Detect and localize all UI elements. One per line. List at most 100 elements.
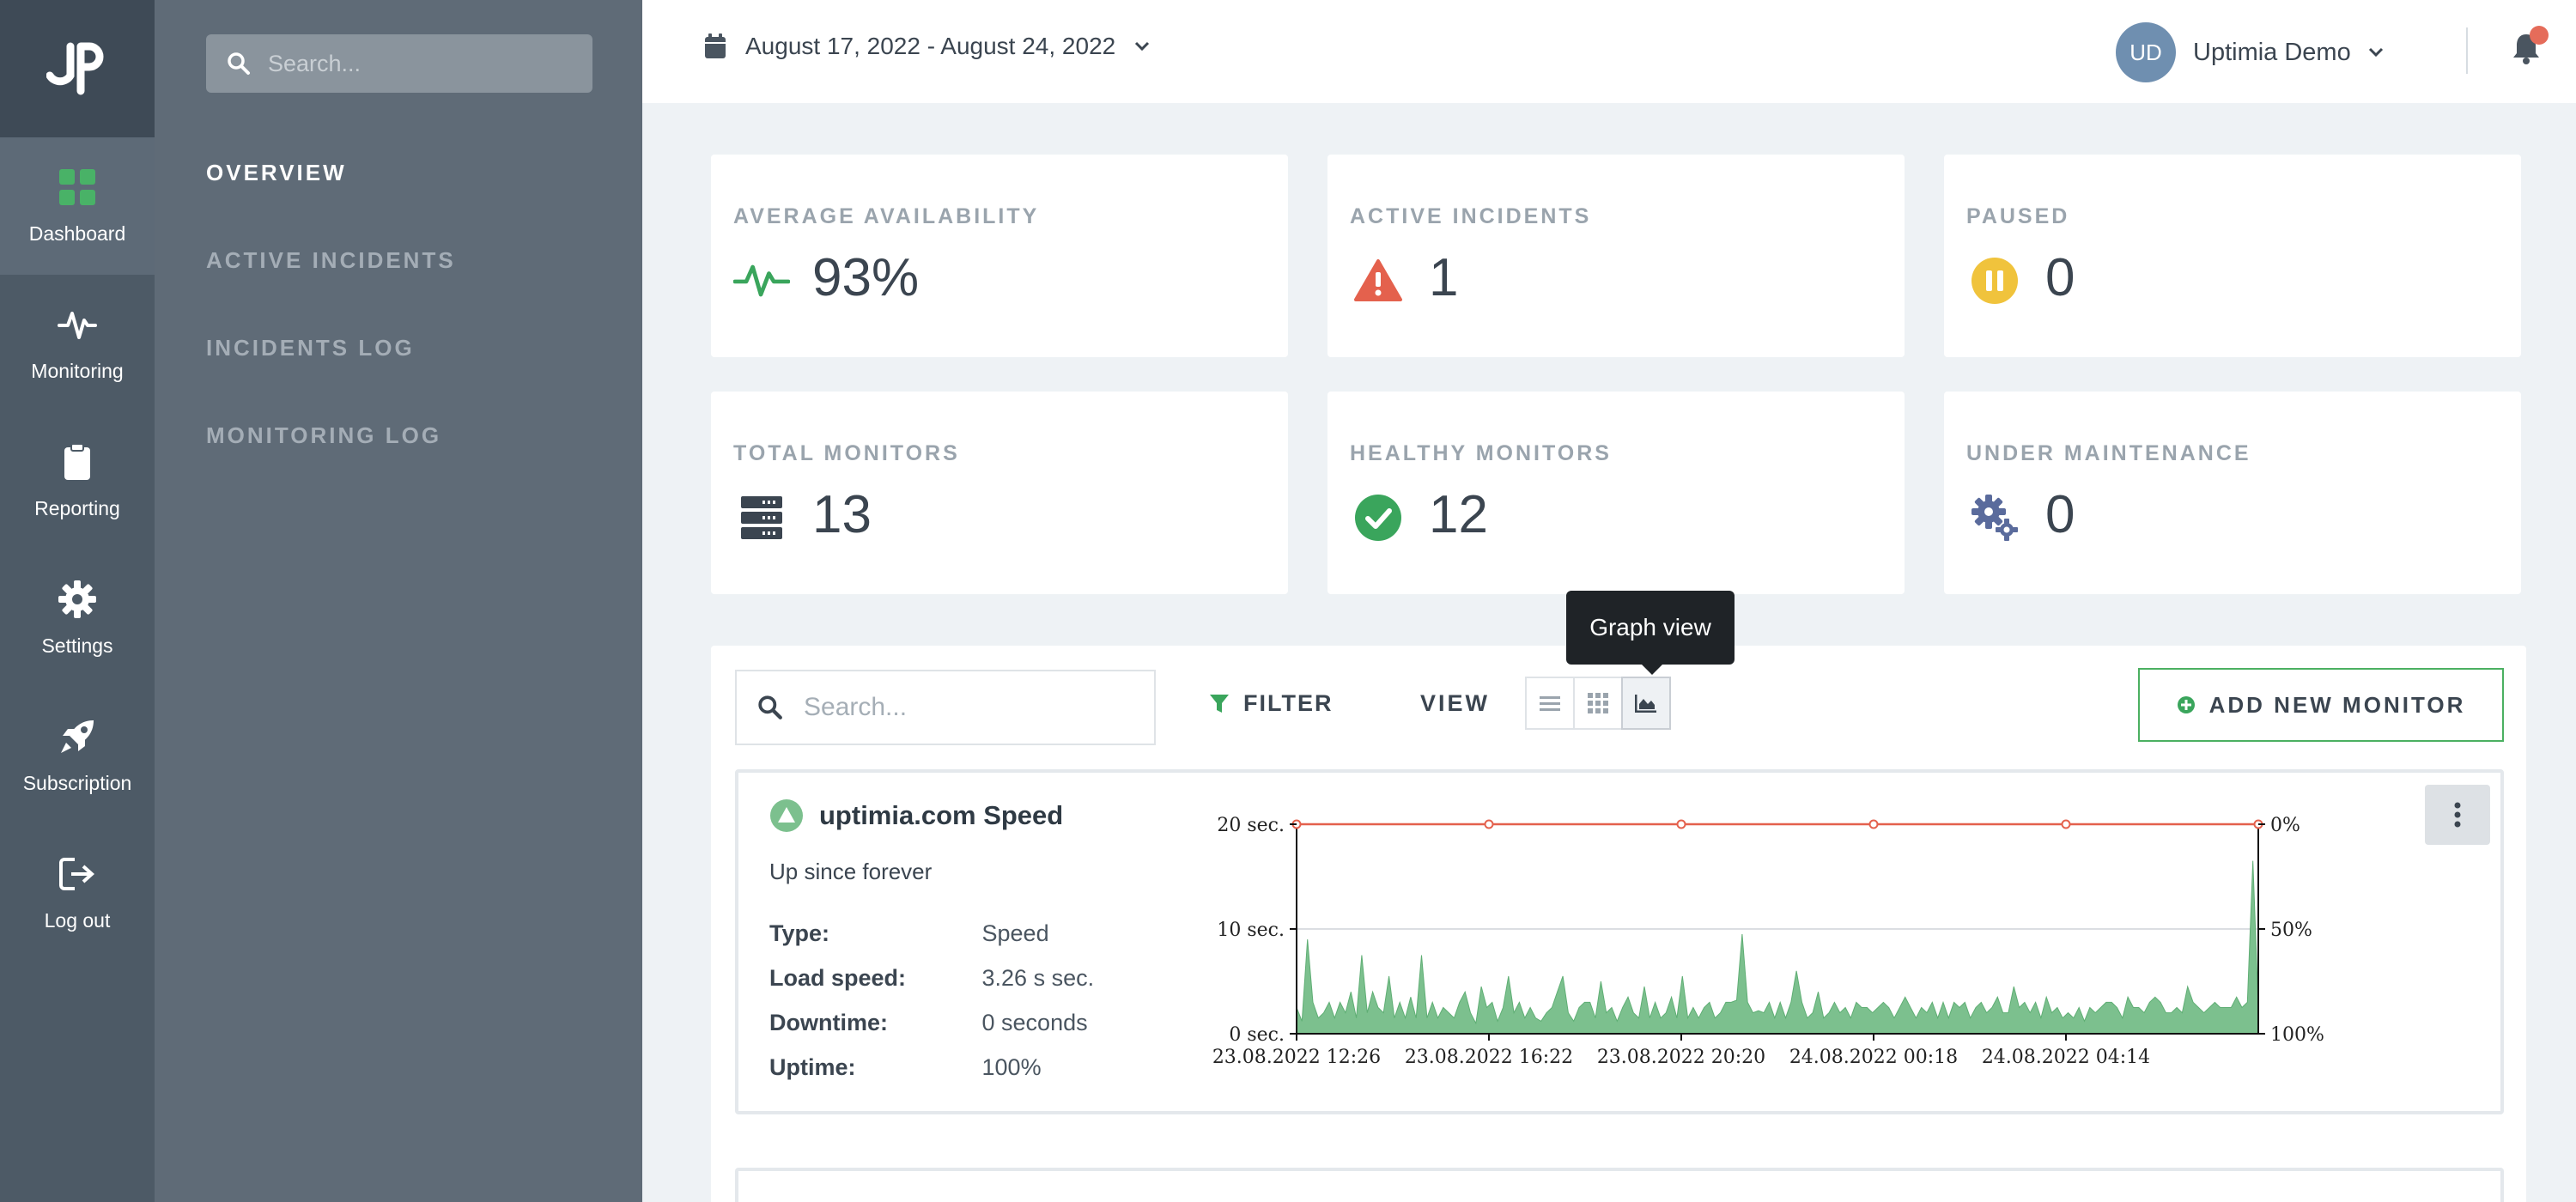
stat-label: ACTIVE INCIDENTS <box>1350 204 1592 228</box>
more-vertical-icon <box>2454 802 2461 828</box>
graph-view-button[interactable] <box>1621 677 1671 730</box>
stat-card-total-monitors: TOTAL MONITORS 13 <box>711 392 1288 594</box>
subnav-item-monitoring-log[interactable]: MONITORING LOG <box>206 422 441 449</box>
filter-button[interactable]: FILTER <box>1209 690 1333 717</box>
rail-item-subscription[interactable]: Subscription <box>0 687 155 824</box>
monitor-status: Up since forever <box>769 859 933 884</box>
notifications-button[interactable] <box>2511 26 2549 70</box>
stat-label: AVERAGE AVAILABILITY <box>733 204 1040 228</box>
rail-item-logout[interactable]: Log out <box>0 824 155 962</box>
chevron-down-icon <box>1135 41 1150 52</box>
chart-y-tick-label: 0 sec. <box>1229 1024 1285 1046</box>
chart-y2-tick-label: 100% <box>2270 1024 2324 1046</box>
secondary-nav: Search... OVERVIEW ACTIVE INCIDENTS INCI… <box>155 0 642 1202</box>
rail-label: Dashboard <box>28 222 126 245</box>
chart-y2-tick-label: 50% <box>2270 920 2312 941</box>
rail-label: Log out <box>44 908 111 932</box>
field-value: 0 seconds <box>981 1010 1088 1035</box>
filter-icon <box>1210 694 1229 713</box>
view-toggle-group <box>1525 677 1671 730</box>
monitor-menu-button[interactable] <box>2425 785 2490 845</box>
chevron-down-icon <box>2368 47 2383 58</box>
stat-label: PAUSED <box>1966 204 2070 228</box>
monitor-field-load-speed: Load speed: 3.26 s sec. <box>769 965 1094 992</box>
subnav-item-overview[interactable]: OVERVIEW <box>206 160 347 186</box>
chart-availability-point <box>1868 819 1879 829</box>
pulse-icon <box>58 311 97 339</box>
pulse-icon <box>733 252 790 309</box>
stat-value: 13 <box>812 485 872 544</box>
app-logo[interactable] <box>0 0 155 137</box>
stat-label: UNDER MAINTENANCE <box>1966 441 2251 465</box>
logout-icon <box>59 857 94 890</box>
chart-x-tick-label: 23.08.2022 12:26 <box>1212 1047 1381 1068</box>
rail-item-settings[interactable]: Settings <box>0 549 155 687</box>
nav-search-placeholder: Search... <box>268 50 361 76</box>
monitor-field-downtime: Downtime: 0 seconds <box>769 1010 1088 1036</box>
stat-label: TOTAL MONITORS <box>733 441 960 465</box>
field-value: 100% <box>981 1054 1042 1080</box>
add-new-monitor-button[interactable]: ADD NEW MONITOR <box>2138 668 2504 742</box>
stat-card-active-incidents: ACTIVE INCIDENTS 1 <box>1327 155 1905 357</box>
chart-availability-point <box>2061 819 2071 829</box>
monitor-field-type: Type: Speed <box>769 920 1049 947</box>
stat-card-paused: PAUSED 0 <box>1944 155 2521 357</box>
top-header: August 17, 2022 - August 24, 2022 UD Upt… <box>642 0 2576 103</box>
stat-label: HEALTHY MONITORS <box>1350 441 1612 465</box>
field-key: Downtime: <box>769 1010 888 1035</box>
header-divider <box>2466 27 2468 74</box>
monitor-title[interactable]: uptimia.com Speed <box>769 798 1063 833</box>
monitor-search-input[interactable]: Search... <box>735 670 1156 745</box>
monitor-field-uptime: Uptime: 100% <box>769 1054 1042 1081</box>
date-range-picker[interactable]: August 17, 2022 - August 24, 2022 <box>704 33 1150 60</box>
avatar: UD <box>2116 22 2176 82</box>
warning-icon <box>1350 252 1406 309</box>
stat-value: 93% <box>812 248 920 307</box>
calendar-icon <box>705 33 726 58</box>
stat-value: 1 <box>1429 248 1459 307</box>
chart-x-tick-label: 24.08.2022 00:18 <box>1789 1047 1958 1068</box>
area-chart-icon <box>1635 695 1656 713</box>
list-view-button[interactable] <box>1525 677 1575 730</box>
chart-y2-tick-label: 0% <box>2270 815 2300 836</box>
speed-chart: 23.08.2022 12:26 23.08.2022 16:22 23.08.20… <box>1212 815 2324 1068</box>
grid-view-button[interactable] <box>1573 677 1623 730</box>
gears-icon <box>1966 489 2023 546</box>
stat-value: 0 <box>2045 248 2075 307</box>
rail-label: Reporting <box>34 496 120 519</box>
pause-icon <box>1966 252 2023 309</box>
status-up-icon <box>770 799 803 832</box>
dashboard-icon <box>59 168 95 205</box>
date-range-text: August 17, 2022 - August 24, 2022 <box>745 33 1116 59</box>
monitor-card <box>735 1168 2504 1202</box>
rail-item-dashboard[interactable]: Dashboard <box>0 137 155 275</box>
rail-item-monitoring[interactable]: Monitoring <box>0 275 155 412</box>
nav-search-input[interactable]: Search... <box>206 34 592 93</box>
chart-area-series <box>1296 860 2259 1035</box>
stat-card-under-maintenance: UNDER MAINTENANCE 0 <box>1944 392 2521 594</box>
user-menu[interactable]: UD Uptimia Demo <box>2116 22 2384 82</box>
subnav-item-active-incidents[interactable]: ACTIVE INCIDENTS <box>206 247 456 274</box>
logo-icon <box>46 42 104 95</box>
field-key: Load speed: <box>769 965 907 991</box>
clipboard-icon <box>64 442 90 480</box>
notification-badge <box>2530 26 2549 45</box>
graph-view-tooltip: Graph view <box>1566 591 1735 675</box>
chart-x-tick-label: 24.08.2022 04:14 <box>1982 1047 2150 1068</box>
gear-icon <box>58 580 96 618</box>
field-value: Speed <box>981 920 1049 946</box>
search-icon <box>228 52 250 75</box>
rail-item-reporting[interactable]: Reporting <box>0 412 155 549</box>
rail-label: Monitoring <box>31 359 124 382</box>
icon-rail: Dashboard Monitoring Reporting Settings … <box>0 0 155 1202</box>
subnav-item-incidents-log[interactable]: INCIDENTS LOG <box>206 335 415 361</box>
chart-x-tick-label: 23.08.2022 20:20 <box>1597 1047 1765 1068</box>
field-key: Uptime: <box>769 1054 856 1080</box>
monitor-card: uptimia.com Speed Up since forever Type:… <box>735 769 2504 1114</box>
field-value: 3.26 s sec. <box>981 965 1095 991</box>
monitor-search-placeholder: Search... <box>804 693 908 721</box>
server-icon <box>733 489 790 546</box>
monitor-name: uptimia.com Speed <box>819 800 1064 830</box>
chart-availability-point <box>1484 819 1494 829</box>
rail-label: Settings <box>41 634 113 657</box>
